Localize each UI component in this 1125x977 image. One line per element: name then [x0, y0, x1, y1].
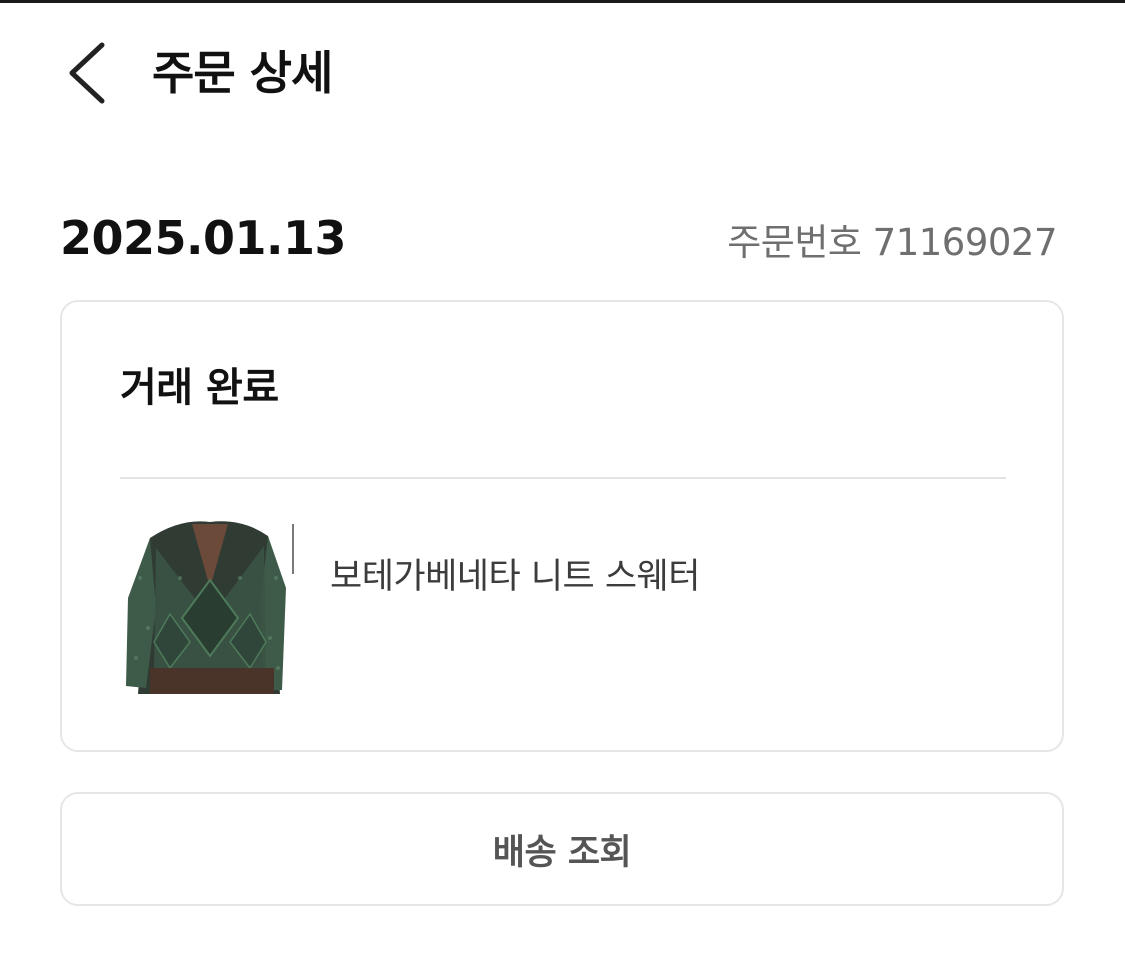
order-date: 2025.01.13	[60, 211, 347, 265]
order-number: 주문번호 71169027	[727, 221, 1057, 264]
order-status: 거래 완료	[120, 365, 279, 411]
app-header: 주문 상세	[0, 3, 1125, 143]
product-name: 보테가베네타 니트 스웨터	[330, 557, 700, 597]
product-item[interactable]: 보테가베네타 니트 스웨터	[120, 518, 1006, 698]
back-button[interactable]	[52, 31, 132, 115]
order-card: 거래 완료 보테가베네타 니트 스웨터	[60, 300, 1064, 752]
page-title: 주문 상세	[152, 46, 333, 100]
card-divider	[120, 477, 1006, 479]
chevron-left-icon	[69, 42, 105, 104]
product-image	[120, 518, 300, 698]
delivery-tracking-label: 배송 조회	[492, 832, 632, 873]
delivery-tracking-button[interactable]: 배송 조회	[60, 792, 1064, 906]
